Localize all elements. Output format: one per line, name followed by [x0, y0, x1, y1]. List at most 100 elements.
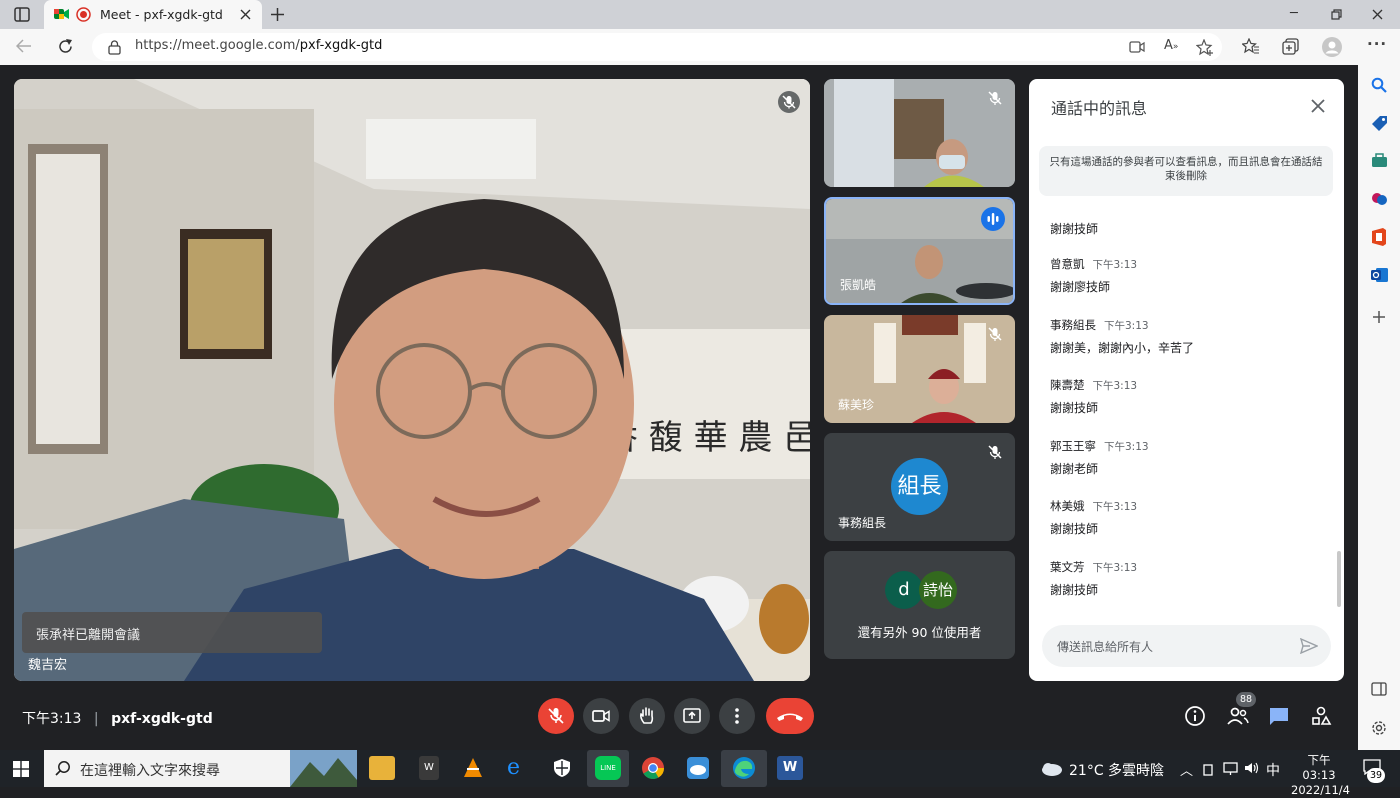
close-window-button[interactable]: [1372, 9, 1383, 20]
message-text: 謝謝技師: [1050, 222, 1099, 236]
url-text: https://meet.google.com/pxf-xgdk-gtd: [135, 38, 382, 53]
message-sender: 曾意凱: [1050, 257, 1085, 271]
windows-start-icon[interactable]: [13, 761, 29, 777]
mic-off-icon: [548, 708, 564, 724]
list-item: 曾意凱 下午3:13 謝謝廖技師: [1050, 253, 1137, 295]
message-time: 下午3:13: [1092, 562, 1138, 574]
end-call-icon: [777, 713, 803, 721]
address-bar[interactable]: https://meet.google.com/pxf-xgdk-gtd A»: [92, 33, 1222, 61]
office-icon[interactable]: [1371, 228, 1387, 246]
chat-panel: 通話中的訊息 只有這場通話的參與者可以查看訊息，而且訊息會在通話結束後刪除 謝謝…: [1029, 79, 1344, 681]
clock-date: 2022/11/4: [1291, 783, 1350, 797]
tab-strip: Meet - pxf-xgdk-gtd ─: [0, 0, 1400, 29]
more-options-button[interactable]: [719, 698, 755, 734]
chat-scrollbar[interactable]: [1337, 551, 1341, 607]
back-icon[interactable]: [16, 39, 32, 53]
favorite-icon[interactable]: [1196, 39, 1214, 56]
tab-title: Meet - pxf-xgdk-gtd: [100, 7, 223, 22]
hide-sidebar-icon[interactable]: [1371, 682, 1387, 696]
mic-off-icon: [988, 327, 1002, 341]
present-button[interactable]: [674, 698, 710, 734]
maximize-button[interactable]: [1331, 9, 1342, 20]
file-explorer-icon[interactable]: [369, 756, 395, 780]
games-icon[interactable]: [1371, 190, 1388, 207]
camera-toggle-button[interactable]: [583, 698, 619, 734]
minimize-button[interactable]: ─: [1290, 6, 1298, 21]
message-text: 謝謝美，謝謝內小，辛苦了: [1050, 341, 1195, 355]
participants-button[interactable]: [1226, 705, 1250, 727]
search-icon: [55, 761, 70, 776]
list-item: 事務組長 下午3:13 謝謝美，謝謝內小，辛苦了: [1050, 314, 1194, 356]
taskbar-search-placeholder: 在這裡輸入文字來搜尋: [80, 763, 220, 779]
lock-icon[interactable]: [108, 40, 121, 55]
camera-permission-icon[interactable]: [1129, 41, 1145, 53]
speaker-mic-off-icon: [778, 91, 800, 113]
vlc-icon[interactable]: [462, 757, 484, 779]
read-aloud-icon[interactable]: A»: [1164, 39, 1178, 52]
browser-tab[interactable]: Meet - pxf-xgdk-gtd: [44, 0, 262, 29]
message-text: 謝謝老師: [1050, 462, 1099, 476]
notification-count-badge: 39: [1367, 768, 1385, 783]
present-screen-icon: [683, 708, 701, 723]
shopping-icon[interactable]: [1371, 115, 1388, 132]
refresh-icon[interactable]: [57, 38, 74, 55]
send-icon[interactable]: [1300, 638, 1318, 654]
search-icon[interactable]: [1371, 77, 1387, 93]
info-icon[interactable]: [1184, 705, 1206, 727]
favorites-icon[interactable]: [1242, 38, 1259, 54]
message-sender: 事務組長: [1050, 318, 1096, 332]
security-shield-icon[interactable]: [553, 758, 571, 778]
new-tab-icon[interactable]: [270, 7, 285, 22]
internet-explorer-icon[interactable]: e: [507, 756, 520, 780]
chrome-icon[interactable]: [641, 756, 665, 780]
main-speaker-name: 魏吉宏: [28, 658, 68, 673]
participant-tile[interactable]: 蘇美珍: [824, 315, 1015, 423]
leave-call-button[interactable]: [766, 698, 814, 734]
message-text: 謝謝技師: [1050, 401, 1099, 415]
network-icon[interactable]: [1223, 761, 1238, 775]
onedrive-icon[interactable]: [686, 756, 710, 780]
participant-name: 張凱皓: [840, 278, 877, 292]
message-input[interactable]: 傳送訊息給所有人: [1042, 625, 1331, 667]
usb-device-icon[interactable]: [1202, 762, 1214, 776]
main-speaker-video[interactable]: 香 馥 華 農 邑 張承祥已離開會議 魏吉宏: [14, 79, 810, 681]
volume-icon[interactable]: [1244, 761, 1260, 775]
outlook-icon[interactable]: [1371, 267, 1388, 283]
add-sidebar-app-icon[interactable]: [1372, 310, 1386, 324]
tab-actions-icon[interactable]: [14, 7, 30, 22]
raise-hand-button[interactable]: [629, 698, 665, 734]
participant-tile-speaking[interactable]: 張凱皓: [824, 197, 1015, 305]
message-sender: 林美娥: [1050, 499, 1085, 513]
profile-avatar[interactable]: [1322, 37, 1342, 57]
more-options-icon[interactable]: ···: [1367, 37, 1387, 52]
others-tile[interactable]: d 詩怡 還有另外 90 位使用者: [824, 551, 1015, 659]
participant-tile[interactable]: [824, 79, 1015, 187]
word-icon[interactable]: W: [777, 756, 803, 780]
tray-chevron-icon[interactable]: ︿: [1180, 760, 1193, 779]
system-clock[interactable]: 下午 03:13 2022/11/4: [1291, 753, 1350, 798]
activities-icon[interactable]: [1310, 705, 1332, 727]
edge-app-button[interactable]: [721, 750, 767, 787]
wps-icon[interactable]: W: [419, 756, 439, 780]
close-icon[interactable]: [1309, 97, 1327, 115]
ime-indicator[interactable]: 中: [1266, 760, 1280, 780]
search-highlight-image: [290, 750, 357, 787]
tools-icon[interactable]: [1371, 153, 1388, 168]
mic-toggle-button[interactable]: [538, 698, 574, 734]
line-app-button[interactable]: LINE: [587, 750, 629, 787]
chat-notice: 只有這場通話的參與者可以查看訊息，而且訊息會在通話結束後刪除: [1039, 146, 1333, 196]
taskbar-search[interactable]: 在這裡輸入文字來搜尋: [44, 750, 357, 787]
list-item: 謝謝技師: [1050, 197, 1098, 237]
taskbar: 在這裡輸入文字來搜尋 W e LINE W 21°C 多雲時陰 ︿ 中 下午 0…: [0, 750, 1400, 797]
chat-icon[interactable]: [1268, 705, 1290, 727]
settings-icon[interactable]: [1371, 720, 1387, 736]
weather-text[interactable]: 21°C 多雲時陰: [1069, 760, 1164, 780]
list-item: 林美娥 下午3:13 謝謝技師: [1050, 495, 1137, 537]
speaking-indicator-icon: [981, 207, 1005, 231]
close-tab-icon[interactable]: [240, 9, 251, 20]
list-item: 陳壽楚 下午3:13 謝謝技師: [1050, 374, 1137, 416]
participant-name: 蘇美珍: [838, 398, 875, 412]
message-text: 謝謝技師: [1050, 522, 1099, 536]
participant-tile[interactable]: 組長 事務組長: [824, 433, 1015, 541]
collections-icon[interactable]: [1282, 38, 1299, 55]
